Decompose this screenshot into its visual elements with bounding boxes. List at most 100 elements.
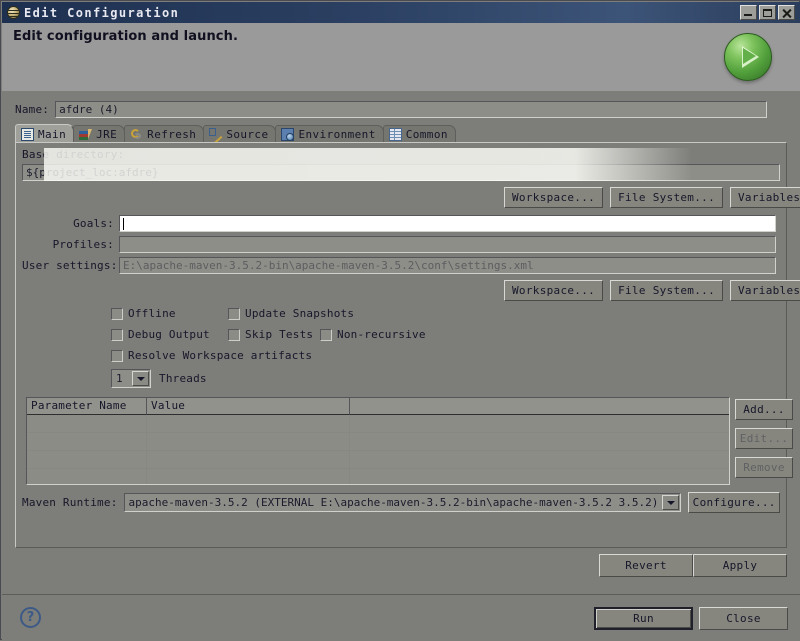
window-title: Edit Configuration [24,5,180,20]
resolve-workspace-artifacts-label: Resolve Workspace artifacts [128,349,313,362]
file-system-button-base[interactable]: File System... [610,187,723,208]
minimize-button[interactable] [740,5,757,20]
goals-row: Goals: [22,215,780,232]
tab-environment-label: Environment [298,128,376,141]
workspace-button-settings[interactable]: Workspace... [504,280,604,301]
name-label: Name: [15,103,50,116]
checkbox-update-snapshots-wrap[interactable]: Update Snapshots [228,307,354,320]
close-window-button[interactable] [778,5,795,20]
file-system-button-settings[interactable]: File System... [610,280,723,301]
dialog-header: Edit configuration and launch. [2,23,800,92]
books-icon [79,128,93,141]
profiles-label: Profiles: [52,238,114,251]
base-directory-label-row: Base directory: [22,148,124,161]
checkbox-non-recursive-wrap[interactable]: Non-recursive [320,328,426,341]
maven-runtime-row: Maven Runtime: apache-maven-3.5.2 (EXTER… [22,492,780,513]
dialog-body: Name: afdre (4) Main JRE Refresh Source [2,91,800,594]
checkbox-skip-tests-wrap[interactable]: Skip Tests [228,328,313,341]
environment-icon [281,128,295,141]
tab-source[interactable]: Source [203,125,277,143]
variables-button-settings[interactable]: Variables... [730,280,800,301]
debug-output-label: Debug Output [128,328,210,341]
workspace-button-base[interactable]: Workspace... [504,187,604,208]
window-titlebar: Edit Configuration [2,2,800,23]
parameters-table[interactable]: Parameter Name Value [26,397,730,485]
help-icon[interactable]: ? [20,607,41,628]
non-recursive-checkbox[interactable] [320,328,332,341]
goals-input-value [120,216,775,218]
grid-icon [388,128,402,141]
offline-label: Offline [128,307,176,320]
maximize-button[interactable] [759,5,776,20]
window-controls [740,5,798,20]
base-directory-label: Base directory: [22,148,125,161]
table-row[interactable] [27,433,729,451]
goals-input[interactable] [119,215,776,232]
tab-refresh[interactable]: Refresh [124,125,205,143]
remove-parameter-button[interactable]: Remove [735,457,793,478]
maven-runtime-label: Maven Runtime: [22,496,118,509]
column-spacer[interactable] [350,398,729,415]
name-input[interactable]: afdre (4) [55,101,768,118]
tab-refresh-label: Refresh [147,128,197,141]
checkbox-resolve-workspace-wrap[interactable]: Resolve Workspace artifacts [111,349,312,362]
threads-value: 1 [116,372,123,385]
revert-button[interactable]: Revert [599,554,693,577]
column-parameter-name[interactable]: Parameter Name [27,398,147,415]
profiles-input[interactable] [119,236,776,253]
text-caret [123,218,124,230]
column-value[interactable]: Value [147,398,350,415]
refresh-icon [130,128,143,141]
offline-checkbox[interactable] [111,307,123,320]
checkbox-offline-wrap[interactable]: Offline [111,307,176,320]
update-snapshots-checkbox[interactable] [228,307,240,320]
chevron-down-icon[interactable] [132,371,149,386]
update-snapshots-label: Update Snapshots [245,307,355,320]
variables-button-base[interactable]: Variables... [730,187,800,208]
tab-jre[interactable]: JRE [73,125,126,143]
non-recursive-label: Non-recursive [337,328,426,341]
base-directory-buttons: Workspace... File System... Variables... [504,187,800,208]
run-play-icon [724,33,774,83]
dialog-footer: ? Run Close [2,594,800,641]
run-button[interactable]: Run [594,607,693,630]
skip-tests-checkbox[interactable] [228,328,240,341]
maven-runtime-value: apache-maven-3.5.2 (EXTERNAL E:\apache-m… [128,496,659,509]
threads-row: 1 Threads [111,369,207,388]
threads-combo[interactable]: 1 [111,369,151,388]
tab-main[interactable]: Main [15,124,75,143]
page-title: Edit configuration and launch. [13,29,239,44]
close-button[interactable]: Close [699,607,788,630]
edit-parameter-button[interactable]: Edit... [735,428,793,449]
checkbox-debug-output-wrap[interactable]: Debug Output [111,328,210,341]
configure-button[interactable]: Configure... [688,492,780,513]
apply-button[interactable]: Apply [693,554,787,577]
tab-jre-label: JRE [96,128,118,141]
tab-main-label: Main [38,127,67,141]
table-row[interactable] [27,415,729,433]
tab-environment[interactable]: Environment [275,125,384,143]
base-directory-input[interactable]: ${project_loc:afdre} [22,164,780,181]
goals-label: Goals: [73,217,114,230]
resolve-workspace-artifacts-checkbox[interactable] [111,349,123,362]
debug-output-checkbox[interactable] [111,328,123,341]
chevron-down-icon[interactable] [662,495,680,510]
edit-configuration-window: Edit Configuration Edit configuration an… [0,0,800,641]
pencil-icon [209,128,222,141]
maven-globe-icon [6,5,21,20]
maven-runtime-combo[interactable]: apache-maven-3.5.2 (EXTERNAL E:\apache-m… [123,493,682,512]
user-settings-input[interactable]: E:\apache-maven-3.5.2-bin\apache-maven-3… [119,257,776,274]
user-settings-row: User settings: E:\apache-maven-3.5.2-bin… [22,257,780,274]
add-parameter-button[interactable]: Add... [735,399,793,420]
user-settings-buttons: Workspace... File System... Variables... [504,280,800,301]
main-tab-page: Base directory: ${project_loc:afdre} Wor… [15,142,800,548]
tab-common-label: Common [405,128,448,141]
name-row: Name: afdre (4) [15,100,787,119]
threads-label: Threads [159,372,207,385]
table-row[interactable] [27,451,729,469]
profiles-row: Profiles: [22,236,780,253]
table-row[interactable] [27,469,729,484]
tab-common[interactable]: Common [382,125,456,143]
document-icon [21,127,34,141]
skip-tests-label: Skip Tests [245,328,314,341]
